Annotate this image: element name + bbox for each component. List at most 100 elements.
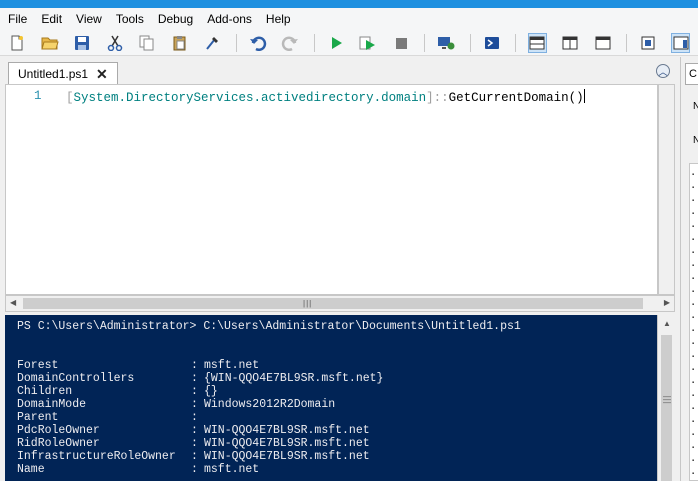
- command-list-item[interactable]: ▪: [692, 276, 694, 282]
- console-pane[interactable]: PS C:\Users\Administrator> C:\Users\Admi…: [5, 315, 657, 481]
- command-list-item[interactable]: ▪: [692, 250, 694, 256]
- command-list-item[interactable]: ▪: [692, 406, 694, 412]
- menu-edit[interactable]: Edit: [34, 8, 69, 30]
- property-value: WIN-QQO4E7BL9SR.msft.net: [204, 437, 370, 450]
- show-script-right-icon[interactable]: [561, 33, 580, 53]
- property-name: PdcRoleOwner: [17, 424, 100, 437]
- cut-icon[interactable]: [106, 33, 125, 53]
- command-list-item[interactable]: ▪: [692, 302, 694, 308]
- save-icon[interactable]: [73, 33, 92, 53]
- property-name: Forest: [17, 359, 59, 372]
- show-script-top-icon[interactable]: [528, 32, 547, 53]
- show-command-addon-icon[interactable]: [671, 32, 690, 53]
- grip-icon: — — —: [663, 392, 671, 407]
- open-folder-icon[interactable]: [41, 33, 60, 53]
- commands-addon-panel: C N N ▪ ▪ ▪ ▪ ▪ ▪ ▪ ▪ ▪ ▪ ▪ ▪ ▪ ▪ ▪ ▪ ▪ ▪ ▪ ▪ ▪ ▪ ▪ ▪: [680, 57, 698, 481]
- show-command-window-icon[interactable]: [639, 33, 658, 53]
- redo-icon[interactable]: [281, 33, 300, 53]
- clear-console-icon[interactable]: [203, 33, 222, 53]
- property-value: Windows2012R2Domain: [204, 398, 336, 411]
- property-name: Parent: [17, 411, 59, 424]
- undo-icon[interactable]: [249, 33, 268, 53]
- menu-debug[interactable]: Debug: [151, 8, 200, 30]
- editor-horizontal-scrollbar[interactable]: ◀ ||| ▶: [5, 295, 675, 312]
- command-list-item[interactable]: ▪: [692, 432, 694, 438]
- command-list-item[interactable]: ▪: [692, 172, 694, 178]
- horizontal-scroll-thumb[interactable]: |||: [23, 298, 643, 309]
- command-list-item[interactable]: ▪: [692, 315, 694, 321]
- code-line[interactable]: [System.DirectoryServices.activedirector…: [66, 89, 585, 105]
- remote-powershell-icon[interactable]: [437, 33, 456, 53]
- grip-icon: |||: [303, 299, 313, 308]
- run-icon[interactable]: [327, 33, 346, 53]
- code-token-method: GetCurrentDomain: [448, 91, 569, 105]
- property-row: Name: msft.net: [17, 463, 657, 476]
- command-list-item[interactable]: ▪: [692, 445, 694, 451]
- property-separator: :: [191, 463, 198, 476]
- line-number: 1: [34, 89, 42, 103]
- property-separator: :: [191, 372, 198, 385]
- code-token-parens: (): [568, 91, 584, 105]
- menu-file[interactable]: File: [0, 8, 34, 30]
- command-list-item[interactable]: ▪: [692, 393, 694, 399]
- stop-icon[interactable]: [392, 33, 411, 53]
- tab-untitled1[interactable]: Untitled1.ps1 ✕: [8, 62, 118, 85]
- run-selection-icon[interactable]: [359, 33, 378, 53]
- toolbar-separator: [235, 33, 237, 52]
- command-list-item[interactable]: ▪: [692, 211, 694, 217]
- property-name: InfrastructureRoleOwner: [17, 450, 176, 463]
- panel-label-n2: N: [693, 135, 698, 146]
- menu-tools[interactable]: Tools: [109, 8, 151, 30]
- toolbar: [0, 30, 698, 56]
- scroll-up-icon[interactable]: ▲: [663, 319, 671, 328]
- command-list-item[interactable]: ▪: [692, 289, 694, 295]
- command-list-item[interactable]: ▪: [692, 328, 694, 334]
- console-vertical-scrollbar[interactable]: ▲ — — —: [657, 315, 675, 481]
- code-token-operator: ::: [433, 91, 449, 105]
- command-list-item[interactable]: ▪: [692, 224, 694, 230]
- show-script-maximized-icon[interactable]: [593, 33, 612, 53]
- menu-addons[interactable]: Add-ons: [200, 8, 259, 30]
- command-list-item[interactable]: ▪: [692, 367, 694, 373]
- ise-window: File Edit View Tools Debug Add-ons Help: [0, 0, 698, 481]
- property-value: WIN-QQO4E7BL9SR.msft.net: [204, 450, 370, 463]
- command-list-item[interactable]: ▪: [692, 198, 694, 204]
- toolbar-separator: [469, 33, 471, 52]
- command-list-item[interactable]: ▪: [692, 458, 694, 464]
- command-list-item[interactable]: ▪: [692, 354, 694, 360]
- property-value: msft.net: [204, 463, 260, 476]
- command-list-item[interactable]: ▪: [692, 471, 694, 477]
- code-token-type: System.DirectoryServices.activedirectory…: [73, 91, 427, 105]
- menu-bar: File Edit View Tools Debug Add-ons Help: [0, 8, 698, 30]
- copy-icon[interactable]: [138, 33, 157, 53]
- property-name: Name: [17, 463, 45, 476]
- vertical-scroll-thumb[interactable]: — — —: [661, 335, 672, 481]
- property-name: RidRoleOwner: [17, 437, 100, 450]
- script-editor[interactable]: 1 [System.DirectoryServices.activedirect…: [5, 84, 658, 295]
- collapse-script-pane-button[interactable]: ︿: [656, 64, 670, 78]
- close-icon[interactable]: ✕: [96, 66, 108, 83]
- command-list-item[interactable]: ▪: [692, 419, 694, 425]
- property-row: Parent:: [17, 411, 657, 424]
- menu-help[interactable]: Help: [259, 8, 298, 30]
- menu-view[interactable]: View: [69, 8, 109, 30]
- new-file-icon[interactable]: [8, 33, 27, 53]
- property-row: DomainMode: Windows2012R2Domain: [17, 398, 657, 411]
- tab-label: Untitled1.ps1: [18, 67, 89, 81]
- property-row: DomainControllers: {WIN-QQO4E7BL9SR.msft.…: [17, 372, 657, 385]
- commands-tab[interactable]: C: [685, 63, 698, 85]
- command-list-item[interactable]: ▪: [692, 263, 694, 269]
- property-row: Children: {}: [17, 385, 657, 398]
- property-value: msft.net: [204, 359, 260, 372]
- scroll-left-icon[interactable]: ◀: [10, 298, 16, 307]
- commands-list[interactable]: ▪ ▪ ▪ ▪ ▪ ▪ ▪ ▪ ▪ ▪ ▪ ▪ ▪ ▪ ▪ ▪ ▪ ▪ ▪ ▪ ▪ ▪ ▪ ▪: [689, 163, 698, 481]
- paste-icon[interactable]: [171, 33, 190, 53]
- command-list-item[interactable]: ▪: [692, 185, 694, 191]
- scroll-right-icon[interactable]: ▶: [664, 298, 670, 307]
- command-list-item[interactable]: ▪: [692, 341, 694, 347]
- property-row: Forest: msft.net: [17, 359, 657, 372]
- powershell-console-icon[interactable]: [483, 33, 502, 53]
- command-list-item[interactable]: ▪: [692, 380, 694, 386]
- command-list-item[interactable]: ▪: [692, 237, 694, 243]
- editor-vertical-scrollbar[interactable]: [658, 84, 675, 295]
